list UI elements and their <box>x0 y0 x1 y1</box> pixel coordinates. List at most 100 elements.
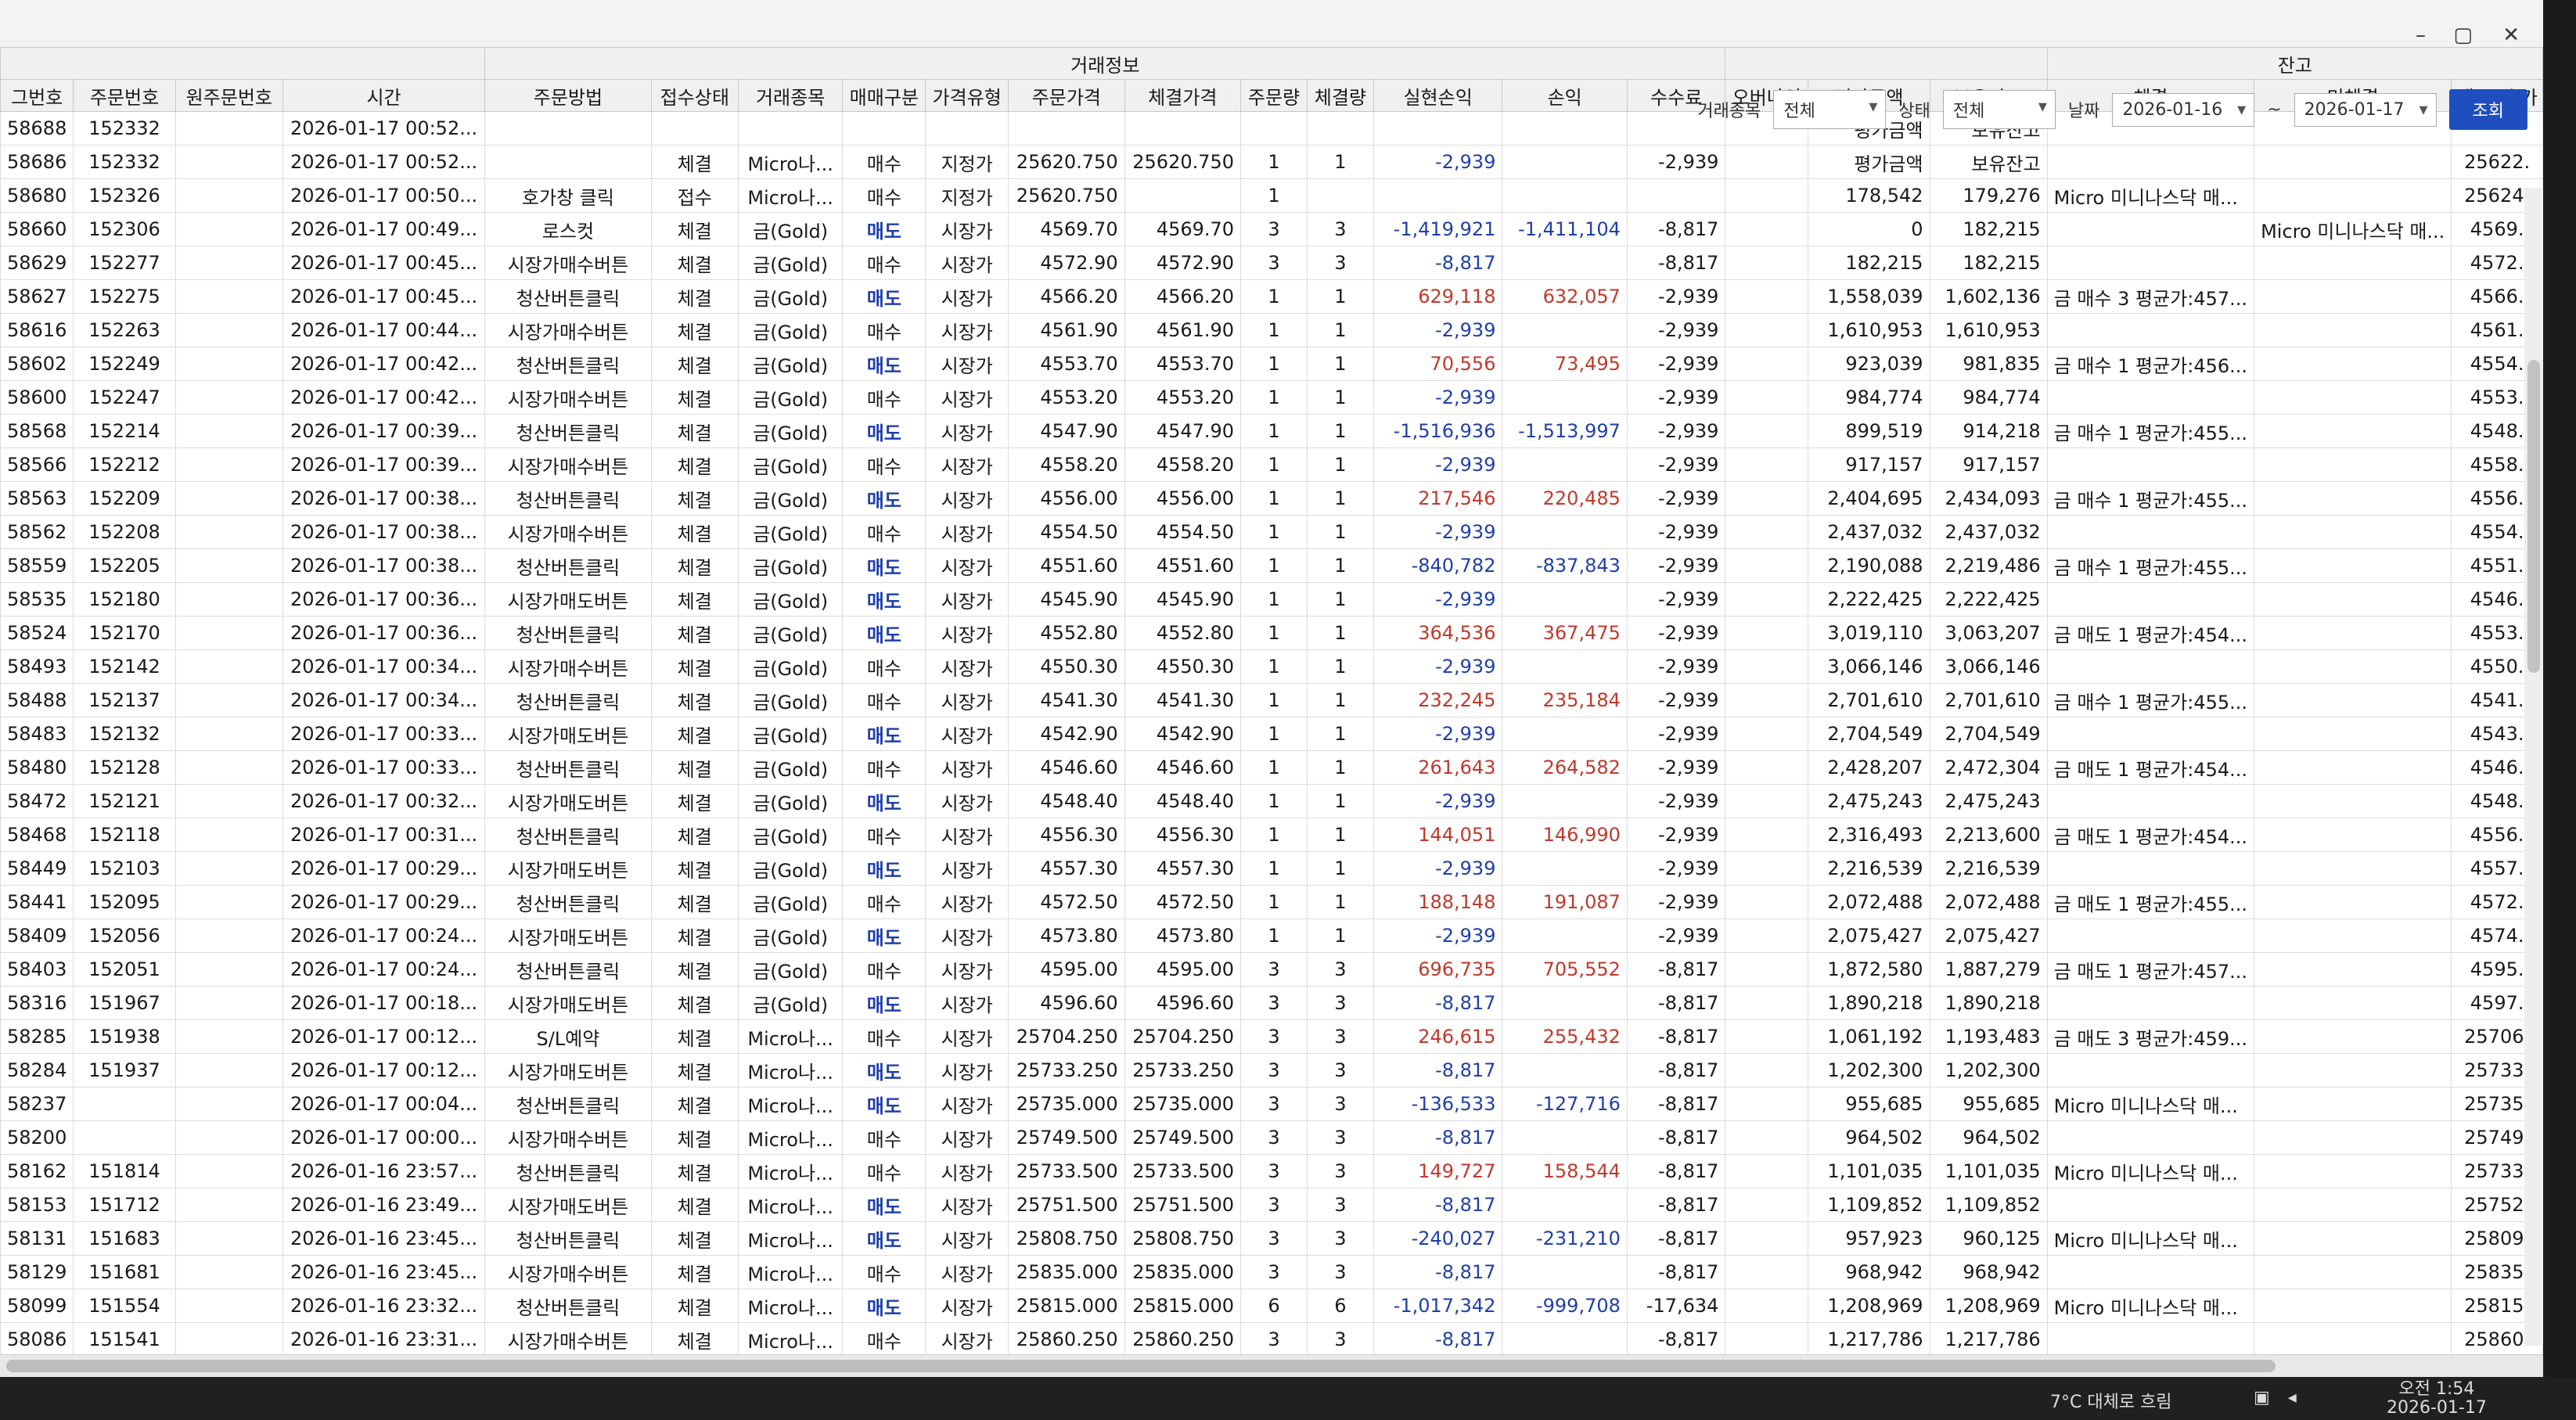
cell-8 <box>925 111 1009 146</box>
table-row[interactable]: 58568 152214 2026-01-17 00:39... 청산버튼클릭 체결 금(… <box>0 414 2543 448</box>
cell-14: -999,708 <box>1502 1289 1628 1323</box>
cell-2 <box>174 178 283 213</box>
clock[interactable]: 오전 1:54 2026-01-17 <box>2387 1380 2487 1418</box>
table-row[interactable]: 58493 152142 2026-01-17 00:34... 시장가매수버튼 체결 금… <box>0 649 2543 684</box>
table-row[interactable]: 58403 152051 2026-01-17 00:24... 청산버튼클릭 체결 금(… <box>0 952 2543 987</box>
column-header-14[interactable]: 손익 <box>1502 79 1628 112</box>
table-row[interactable]: 58129 151681 2026-01-16 23:45... 시장가매수버튼 체결 M… <box>0 1255 2543 1289</box>
table-row[interactable]: 58562 152208 2026-01-17 00:38... 시장가매수버튼 체결 금… <box>0 515 2543 549</box>
table-row[interactable]: 58200 2026-01-17 00:00... 시장가매수버튼 체결 Micro나.… <box>0 1120 2543 1155</box>
minimize-icon[interactable]: – <box>2416 23 2426 47</box>
cell-10: 4573.80 <box>1124 919 1242 953</box>
table-row[interactable]: 58680 152326 2026-01-17 00:50... 호가창 클릭 접수 Mi… <box>0 178 2543 213</box>
column-header-2[interactable]: 원주문번호 <box>174 79 283 112</box>
table-row[interactable]: 58480 152128 2026-01-17 00:33... 청산버튼클릭 체결 금(… <box>0 750 2543 785</box>
table-row[interactable]: 58153 151712 2026-01-16 23:49... 시장가매도버튼 체결 M… <box>0 1188 2543 1222</box>
column-header-7[interactable]: 매매구분 <box>842 79 926 112</box>
table-row[interactable]: 58686 152332 2026-01-17 00:52... 체결 Micro나..… <box>0 145 2543 179</box>
tray-icons[interactable]: ▣ ◂ <box>2254 1388 2303 1407</box>
table-row[interactable]: 58535 152180 2026-01-17 00:36... 시장가매도버튼 체결 금… <box>0 582 2543 617</box>
symbol-filter-select[interactable]: 전체 <box>1773 90 1887 129</box>
table-row[interactable]: 58472 152121 2026-01-17 00:32... 시장가매도버튼 체결 금… <box>0 784 2543 818</box>
table-row[interactable]: 58627 152275 2026-01-17 00:45... 청산버튼클릭 체결 금(… <box>0 279 2543 314</box>
cell-1: 151938 <box>73 1019 176 1054</box>
cell-11: 3 <box>1240 1255 1308 1289</box>
cell-2 <box>174 1322 283 1357</box>
date-from-select[interactable]: 2026-01-16 <box>2112 92 2255 127</box>
cell-20 <box>2254 616 2452 650</box>
table-row[interactable]: 58086 151541 2026-01-16 23:31... 시장가매수버튼 체결 M… <box>0 1322 2543 1357</box>
column-header-8[interactable]: 가격유형 <box>925 79 1009 112</box>
table-row[interactable]: 58131 151683 2026-01-16 23:45... 청산버튼클릭 체결 Mi… <box>0 1221 2543 1256</box>
status-filter-select[interactable]: 전체 <box>1942 90 2056 129</box>
date-to-select[interactable]: 2026-01-17 <box>2294 92 2437 127</box>
table-row[interactable]: 58162 151814 2026-01-16 23:57... 청산버튼클릭 체결 Mi… <box>0 1154 2543 1188</box>
cell-9: 25808.750 <box>1008 1221 1125 1256</box>
table-row[interactable]: 58099 151554 2026-01-16 23:32... 청산버튼클릭 체결 Mi… <box>0 1289 2543 1323</box>
vertical-scroll-thumb[interactable] <box>2527 360 2540 673</box>
table-row[interactable]: 58600 152247 2026-01-17 00:42... 시장가매수버튼 체결 금… <box>0 380 2543 415</box>
cell-2 <box>174 313 283 347</box>
column-header-12[interactable]: 체결량 <box>1306 79 1374 112</box>
column-header-1[interactable]: 주문번호 <box>73 79 176 112</box>
table-row[interactable]: 58602 152249 2026-01-17 00:42... 청산버튼클릭 체결 금(… <box>0 347 2543 381</box>
column-header-11[interactable]: 주문량 <box>1240 79 1308 112</box>
cell-8: 시장가 <box>925 1019 1009 1054</box>
table-row[interactable]: 58409 152056 2026-01-17 00:24... 시장가매도버튼 체결 금… <box>0 919 2543 953</box>
close-icon[interactable]: ✕ <box>2502 23 2520 47</box>
trade-history-grid[interactable]: 거래정보 잔고 그번호 주문번호 원주문번호 시간 주문방법 접수상태 거래종목 매매구분 가격… <box>0 47 2543 1377</box>
table-row[interactable]: 58237 2026-01-17 00:04... 청산버튼클릭 체결 Micro나..… <box>0 1087 2543 1121</box>
cell-11: 3 <box>1240 1154 1308 1188</box>
volume-icon[interactable]: ◂ <box>2288 1388 2303 1407</box>
cell-0: 58616 <box>0 313 74 347</box>
cell-4: 청산버튼클릭 <box>484 683 652 717</box>
horizontal-scrollbar[interactable] <box>0 1354 2543 1377</box>
cell-19 <box>2046 1322 2255 1357</box>
column-header-6[interactable]: 거래종목 <box>737 79 844 112</box>
cell-11: 3 <box>1240 1221 1308 1256</box>
cell-9: 25749.500 <box>1008 1120 1125 1155</box>
column-header-13[interactable]: 실현손익 <box>1373 79 1503 112</box>
cell-6: Micro나... <box>737 1154 844 1188</box>
table-row[interactable]: 58524 152170 2026-01-17 00:36... 청산버튼클릭 체결 금(… <box>0 616 2543 650</box>
table-row[interactable]: 58449 152103 2026-01-17 00:29... 시장가매도버튼 체결 금… <box>0 851 2543 886</box>
cell-17: 178,542 <box>1808 178 1930 213</box>
table-row[interactable]: 58616 152263 2026-01-17 00:44... 시장가매수버튼 체결 금… <box>0 313 2543 347</box>
table-row[interactable]: 58483 152132 2026-01-17 00:33... 시장가매도버튼 체결 금… <box>0 717 2543 751</box>
table-row[interactable]: 58629 152277 2026-01-17 00:45... 시장가매수버튼 체결 금… <box>0 246 2543 280</box>
vertical-scrollbar[interactable] <box>2524 188 2543 1346</box>
table-row[interactable]: 58441 152095 2026-01-17 00:29... 청산버튼클릭 체결 금(… <box>0 885 2543 919</box>
weather-widget[interactable]: 7°C 대체로 흐림 <box>2050 1388 2172 1413</box>
table-row[interactable]: 58285 151938 2026-01-17 00:12... S/L예약 체결 Mic… <box>0 1019 2543 1054</box>
table-row[interactable]: 58566 152212 2026-01-17 00:39... 시장가매수버튼 체결 금… <box>0 448 2543 482</box>
cell-18: 1,887,279 <box>1929 952 2048 987</box>
cell-2 <box>174 1120 283 1155</box>
column-header-5[interactable]: 접수상태 <box>650 79 739 112</box>
table-row[interactable]: 58660 152306 2026-01-17 00:49... 로스컷 체결 금(Gol… <box>0 212 2543 246</box>
table-row[interactable]: 58559 152205 2026-01-17 00:38... 청산버튼클릭 체결 금(… <box>0 548 2543 583</box>
column-header-3[interactable]: 시간 <box>282 79 486 112</box>
query-button[interactable]: 조회 <box>2448 89 2527 130</box>
cell-17: 2,190,088 <box>1808 548 1930 583</box>
network-icon[interactable]: ▣ <box>2254 1388 2276 1407</box>
cell-18: 2,219,486 <box>1929 548 2048 583</box>
cell-17: 1,208,969 <box>1808 1289 1930 1323</box>
cell-17: 923,039 <box>1808 347 1930 381</box>
table-row[interactable]: 58316 151967 2026-01-17 00:18... 시장가매도버튼 체결 금… <box>0 986 2543 1020</box>
cell-12: 3 <box>1306 1188 1374 1222</box>
horizontal-scroll-thumb[interactable] <box>6 1360 2276 1372</box>
column-header-9[interactable]: 주문가격 <box>1008 79 1125 112</box>
column-header-4[interactable]: 주문방법 <box>484 79 652 112</box>
table-row[interactable]: 58468 152118 2026-01-17 00:31... 청산버튼클릭 체결 금(… <box>0 818 2543 852</box>
column-header-10[interactable]: 체결가격 <box>1124 79 1242 112</box>
cell-9: 4553.70 <box>1008 347 1125 381</box>
column-header-0[interactable]: 그번호 <box>0 79 74 112</box>
table-row[interactable]: 58488 152137 2026-01-17 00:34... 청산버튼클릭 체결 금(… <box>0 683 2543 717</box>
cell-14: -1,411,104 <box>1502 212 1628 246</box>
cell-3: 2026-01-17 00:31... <box>282 818 486 852</box>
table-row[interactable]: 58563 152209 2026-01-17 00:38... 청산버튼클릭 체결 금(… <box>0 481 2543 516</box>
table-row[interactable]: 58284 151937 2026-01-17 00:12... 시장가매도버튼 체결 M… <box>0 1053 2543 1087</box>
cell-17: 182,215 <box>1808 246 1930 280</box>
maximize-icon[interactable]: ▢ <box>2453 23 2473 47</box>
cell-9: 4556.00 <box>1008 481 1125 516</box>
